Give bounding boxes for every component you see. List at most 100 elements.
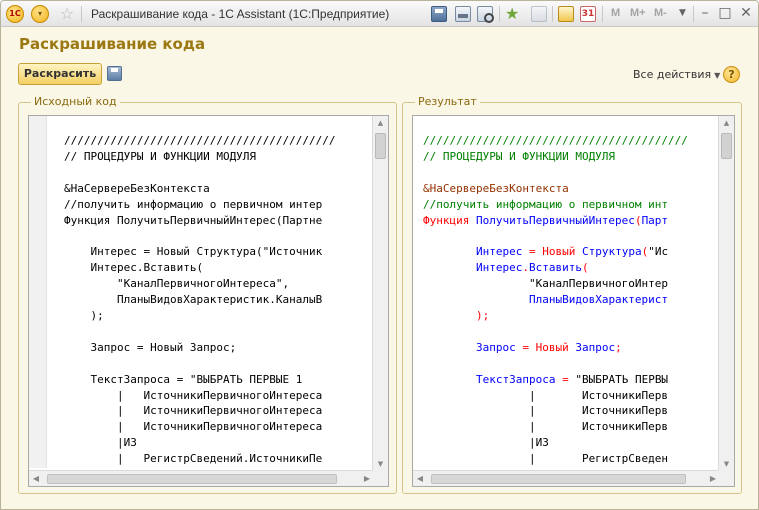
- code-token: Структура: [581, 245, 642, 259]
- code-line: //получить информацию о первичном инт: [423, 197, 688, 213]
- code-line: Интерес = Новый Структура("Источник: [64, 245, 323, 259]
- toolbar-separator: [499, 6, 500, 22]
- memory-subtract-button[interactable]: M-: [654, 7, 667, 19]
- code-token: | ИсточникиПерв: [423, 404, 669, 418]
- code-line: | ИсточникиПерв: [423, 388, 688, 404]
- 1c-logo-icon[interactable]: 1C: [6, 5, 24, 23]
- scroll-up-icon[interactable]: ▲: [719, 116, 734, 130]
- print-preview-icon[interactable]: [477, 6, 494, 23]
- code-line: | ИсточникиПерв: [423, 419, 688, 435]
- app-window: 1C ▾ ☆ Раскрашивание кода - 1C Assistant…: [0, 0, 759, 510]
- chevron-down-icon[interactable]: ▼: [679, 8, 686, 18]
- code-line: | ИсточникиПервичногоИнтереса: [64, 420, 323, 434]
- code-token: Интерес: [475, 261, 523, 275]
- scroll-left-icon[interactable]: ◀: [413, 471, 427, 486]
- result-label: Результат: [415, 95, 480, 108]
- code-token: Парт: [641, 213, 669, 227]
- code-token: "ВЫБРАТЬ ПЕРВЫ: [575, 372, 669, 386]
- maximize-button[interactable]: □: [717, 4, 733, 22]
- line-gutter: [29, 116, 47, 468]
- add-favorite-icon[interactable]: ★: [505, 4, 519, 23]
- code-line: "КаналПервичногоИнтереса",: [64, 277, 290, 291]
- code-token: ////////////////////////////////////////: [423, 134, 688, 147]
- scroll-down-icon[interactable]: ▼: [373, 457, 388, 471]
- star-icon[interactable]: ☆: [58, 5, 76, 23]
- code-token: ;: [615, 340, 622, 354]
- code-token: Новый: [535, 340, 569, 354]
- memory-store-button[interactable]: M: [611, 7, 620, 19]
- print-icon[interactable]: [455, 6, 471, 22]
- code-token: (: [581, 261, 589, 275]
- code-token: (: [634, 213, 642, 227]
- page-title: Раскрашивание кода: [19, 35, 206, 53]
- scrollbar-thumb[interactable]: [375, 133, 386, 159]
- vertical-scrollbar[interactable]: ▲ ▼: [372, 116, 388, 471]
- toolbar-separator: [81, 6, 82, 22]
- code-line: Запрос = Новый Запрос;: [64, 340, 237, 354]
- code-line: Интерес.Вставить(: [64, 261, 204, 275]
- code-line: | РегистрСведен: [423, 451, 688, 467]
- code-token: Интерес: [475, 245, 523, 259]
- code-line: &НаСервереБезКонтекста: [423, 181, 688, 197]
- source-code-editor[interactable]: ////////////////////////////////////////…: [28, 115, 389, 487]
- toolbar-separator: [552, 6, 553, 22]
- code-line: Запрос = Новый Запрос;: [423, 340, 688, 356]
- memory-add-button[interactable]: M+: [630, 7, 646, 19]
- code-token: // ПРОЦЕДУРЫ И ФУНКЦИИ МОДУЛЯ: [423, 149, 616, 163]
- code-line: ТекстЗапроса = "ВЫБРАТЬ ПЕРВЫ: [423, 372, 688, 388]
- code-line: Функция ПолучитьПервичныйИнтерес(Партне: [64, 213, 323, 227]
- code-token: "Ис: [648, 245, 669, 259]
- code-token: "КаналПервичногоИнтер: [423, 277, 669, 291]
- code-line: // ПРОЦЕДУРЫ И ФУНКЦИИ МОДУЛЯ: [423, 149, 688, 165]
- calendar-icon[interactable]: 31: [580, 6, 596, 22]
- save-icon[interactable]: [107, 66, 122, 81]
- scroll-left-icon[interactable]: ◀: [29, 471, 43, 486]
- result-code-text[interactable]: ////////////////////////////////////////…: [423, 133, 688, 467]
- chevron-down-icon: ▼: [714, 71, 721, 80]
- code-line: | РегистрСведений.ИсточникиПе: [64, 452, 323, 466]
- horizontal-scrollbar[interactable]: ◀ ▶: [29, 470, 374, 486]
- document-icon: [531, 6, 547, 22]
- scroll-corner: [718, 470, 734, 486]
- code-token: );: [475, 308, 490, 322]
- code-line: |ИЗ: [423, 435, 688, 451]
- toolbar-separator: [693, 6, 694, 22]
- code-line: );: [64, 308, 104, 322]
- scrollbar-thumb[interactable]: [47, 474, 337, 484]
- result-group: Результат //////////////////////////////…: [402, 95, 742, 494]
- code-line: //получить информацию о первичном интер: [64, 197, 323, 211]
- horizontal-scrollbar[interactable]: ◀ ▶: [413, 470, 720, 486]
- source-code-text[interactable]: ////////////////////////////////////////…: [64, 133, 336, 467]
- help-icon[interactable]: ?: [723, 66, 740, 83]
- scroll-up-icon[interactable]: ▲: [373, 116, 388, 130]
- result-code-viewer[interactable]: ////////////////////////////////////////…: [412, 115, 735, 487]
- code-token: .: [522, 261, 529, 275]
- code-token: &НаСервереБезКонтекста: [423, 181, 569, 195]
- code-token: =: [555, 372, 576, 386]
- source-code-label: Исходный код: [31, 95, 120, 108]
- scrollbar-thumb[interactable]: [721, 133, 732, 159]
- colorize-button[interactable]: Раскрасить: [18, 63, 102, 85]
- calculator-icon[interactable]: [558, 6, 574, 22]
- code-token: =: [515, 340, 536, 354]
- scroll-down-icon[interactable]: ▼: [719, 457, 734, 471]
- all-actions-menu[interactable]: Все действия ▼: [633, 68, 720, 81]
- code-line: );: [423, 308, 688, 324]
- toolbar-separator: [602, 6, 603, 22]
- code-token: //получить информацию о первичном инт: [423, 197, 669, 211]
- save-icon[interactable]: [431, 6, 447, 22]
- close-button[interactable]: ✕: [738, 4, 754, 22]
- minimize-button[interactable]: –: [697, 4, 713, 22]
- menu-dropdown-icon[interactable]: ▾: [31, 5, 49, 23]
- vertical-scrollbar[interactable]: ▲ ▼: [718, 116, 734, 471]
- scrollbar-thumb[interactable]: [431, 474, 686, 484]
